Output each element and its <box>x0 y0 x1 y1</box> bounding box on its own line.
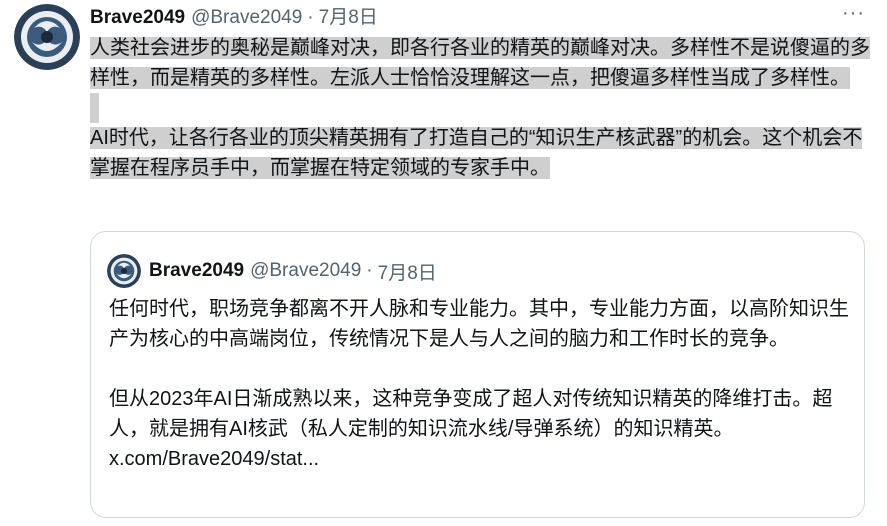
quote-paragraph-1: 任何时代，职场竞争都离不开人脉和专业能力。其中，专业能力方面，以高阶知识生产为核… <box>109 298 849 350</box>
separator: · <box>307 7 314 28</box>
quote-avatar <box>107 254 141 288</box>
separator: · <box>366 260 373 281</box>
tweet-date[interactable]: 7月8日 <box>319 2 378 29</box>
quoted-tweet[interactable]: Brave2049 @Brave2049 · 7月8日 任何时代，职场竞争都离不… <box>90 231 865 518</box>
quote-date: 7月8日 <box>377 262 437 284</box>
avatar-emblem-icon <box>107 254 141 288</box>
more-options-icon[interactable]: ··· <box>842 2 865 25</box>
tweet-paragraph-2: AI时代，让各行各业的顶尖精英拥有了打造自己的“知识生产核武器”的机会。这个机会… <box>90 127 863 179</box>
quote-author-handle: @Brave2049 <box>250 260 362 281</box>
selection-gap <box>90 93 99 123</box>
tweet-header: Brave2049 @Brave2049 · 7月8日 <box>90 2 378 30</box>
quote-link[interactable]: x.com/Brave2049/stat... <box>109 448 319 470</box>
author-handle[interactable]: @Brave2049 <box>191 7 302 29</box>
avatar-emblem-icon <box>14 4 80 70</box>
quote-paragraph-2: 但从2023年AI日渐成熟以来，这种竞争变成了超人对传统知识精英的降维打击。超人… <box>109 388 833 440</box>
tweet-text: 人类社会进步的奥秘是巅峰对决，即各行各业的精英的巅峰对决。多样性不是说傻逼的多样… <box>90 33 870 183</box>
quote-author-name: Brave2049 <box>149 260 245 281</box>
author-avatar[interactable] <box>14 4 80 70</box>
author-name[interactable]: Brave2049 <box>90 7 185 29</box>
quote-header: Brave2049 @Brave2049 · 7月8日 <box>107 254 437 288</box>
tweet-paragraph-1: 人类社会进步的奥秘是巅峰对决，即各行各业的精英的巅峰对决。多样性不是说傻逼的多样… <box>90 37 870 89</box>
quote-text: 任何时代，职场竞争都离不开人脉和专业能力。其中，专业能力方面，以高阶知识生产为核… <box>109 294 849 474</box>
